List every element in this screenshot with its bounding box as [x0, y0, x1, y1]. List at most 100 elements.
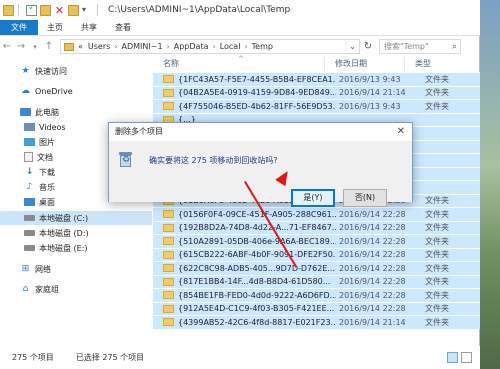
column-date[interactable]: 修改日期	[325, 57, 405, 71]
chevron-right-icon[interactable]: ›	[212, 42, 215, 51]
breadcrumb-admini[interactable]: ADMINI~1	[122, 42, 163, 51]
sidebar-item-homegroup[interactable]: ⌂ 家庭组	[0, 282, 152, 296]
view-switcher	[444, 352, 472, 363]
recent-locations-icon[interactable]: ▾	[28, 43, 42, 51]
file-date: 2016/9/13 9:43	[339, 101, 401, 111]
table-row[interactable]: {192B8D2A-74D8-4d22-A...71-EF8467... 2016…	[153, 220, 480, 234]
file-type: 文件夹	[425, 223, 449, 233]
up-icon[interactable]: ↑	[42, 41, 56, 52]
breadcrumb-overflow[interactable]: «	[78, 42, 83, 51]
delete-dialog: 删除多个项目 ✕ 确实要将这 275 项移动到回收站吗? 是(Y) 否(N)	[108, 122, 413, 207]
column-header: 名称 修改日期 类型 ^	[153, 55, 480, 71]
download-icon: ↓	[25, 167, 34, 177]
details-view-icon[interactable]	[447, 352, 458, 363]
folder-icon	[163, 250, 174, 259]
new-folder-icon[interactable]	[40, 4, 51, 16]
breadcrumb-users[interactable]: Users	[88, 42, 110, 51]
yes-button[interactable]: 是(Y)	[291, 189, 335, 207]
tab-home[interactable]: 主页	[38, 20, 72, 35]
file-name: {4F755046-B5ED-4b62-81FF-56E9D53...	[178, 101, 336, 111]
sidebar-item-label: 此电脑	[35, 107, 59, 117]
file-type: 文件夹	[425, 317, 449, 327]
divider	[97, 4, 98, 16]
folder-icon	[163, 277, 174, 286]
item-count: 275 个项目	[12, 353, 54, 362]
breadcrumb-appdata[interactable]: AppData	[174, 42, 209, 51]
sidebar-item-onedrive[interactable]: ☁ OneDrive	[0, 84, 152, 98]
customize-quick-access-icon[interactable]: ▾	[82, 5, 93, 16]
sidebar-item-quick-access[interactable]: ★ 快速访问	[0, 64, 152, 78]
no-button[interactable]: 否(N)	[343, 189, 387, 207]
sidebar-item-label: 音乐	[39, 182, 55, 192]
folder-icon	[163, 264, 174, 273]
sidebar-item-drive-e[interactable]: 本地磁盘 (E:)	[0, 241, 152, 255]
sidebar-item-network[interactable]: ⊞ 网络	[0, 262, 152, 276]
chevron-right-icon[interactable]: ›	[167, 42, 170, 51]
table-row[interactable]: {4F755046-B5ED-4b62-81FF-56E9D53... 2016/…	[153, 99, 480, 113]
refresh-icon[interactable]: ↻	[360, 41, 376, 52]
close-icon[interactable]: ✕	[397, 123, 405, 141]
table-row[interactable]: {4399AB52-42C6-4f8d-8817-E021F23... 2016/…	[153, 315, 480, 329]
delete-icon[interactable]: ✕	[54, 5, 65, 16]
file-name: {4399AB52-42C6-4f8d-8817-E021F23...	[178, 317, 336, 327]
folder-icon	[3, 4, 14, 16]
table-row[interactable]: {622C8C98-ADB5-405...9D7D-D762E... 2016/9…	[153, 261, 480, 275]
table-row[interactable]: {1FC43A57-F5E7-4455-B5B4-EF8CEA1... 2016/…	[153, 72, 480, 86]
sidebar-item-label: 桌面	[39, 197, 55, 207]
sidebar-item-label: 本地磁盘 (D:)	[39, 228, 89, 238]
properties-icon[interactable]	[26, 3, 37, 16]
file-date: 2016/9/14 22:28	[339, 209, 406, 219]
file-type: 文件夹	[425, 290, 449, 300]
sidebar-item-drive-c[interactable]: 本地磁盘 (C:)	[0, 211, 152, 225]
back-icon[interactable]: ←	[0, 41, 14, 52]
folder-icon	[163, 291, 174, 300]
dialog-title: 删除多个项目	[109, 123, 412, 141]
sidebar-item-drive-d[interactable]: 本地磁盘 (D:)	[0, 226, 152, 240]
sidebar-item-this-pc[interactable]: 此电脑	[0, 105, 152, 119]
file-date: 2016/9/13 9:43	[339, 74, 401, 84]
selection-count: 已选择 275 个项目	[75, 353, 145, 362]
table-row[interactable]: {615CB222-6ABF-4b0F-9091-DFE2F50... 2016/…	[153, 247, 480, 261]
table-row[interactable]: {854BE1FB-FED0-4d0d-9222-A6D6FD... 2016/9…	[153, 288, 480, 302]
folder-icon	[163, 75, 174, 84]
file-type: 文件夹	[425, 209, 449, 219]
drive-icon	[24, 230, 35, 236]
large-icons-view-icon[interactable]	[461, 352, 472, 363]
chevron-right-icon[interactable]: ›	[244, 42, 247, 51]
sort-up-icon: ^	[238, 55, 244, 63]
table-row[interactable]: {0156F0F4-09CE-451F-A905-288C961... 2016/…	[153, 207, 480, 221]
file-type: 文件夹	[425, 196, 449, 206]
tab-view[interactable]: 查看	[106, 20, 140, 35]
folder-icon	[163, 237, 174, 246]
table-row[interactable]: {510A2891-05DB-406e-9A6A-BEC189... 2016/9…	[153, 234, 480, 248]
dialog-body: 确实要将这 275 项移动到回收站吗? 是(Y) 否(N)	[109, 141, 412, 207]
window-title: C:\Users\ADMINI~1\AppData\Local\Temp	[108, 5, 291, 15]
file-date: 2016/9/14 22:28	[339, 263, 406, 273]
address-bar[interactable]: « Users › ADMINI~1 › AppData › Local › T…	[60, 39, 360, 54]
file-type: 文件夹	[425, 263, 449, 273]
sidebar-item-label: 下载	[39, 167, 55, 177]
table-row[interactable]: {912A5E4D-C1C9-4f03-B305-F421EE... 2016/9…	[153, 301, 480, 315]
file-date: 2016/9/14 22:28	[339, 277, 406, 287]
address-row: ← → ▾ ↑ « Users › ADMINI~1 › AppData › L…	[0, 37, 480, 56]
table-row[interactable]: {817E1BB4-14F...4d8-B8D4-61D580... 2016/9…	[153, 274, 480, 288]
column-type[interactable]: 类型	[405, 57, 480, 71]
picture-icon	[24, 138, 35, 146]
cloud-icon: ☁	[21, 86, 30, 96]
file-type: 文件夹	[425, 236, 449, 246]
file-type: 文件夹	[425, 74, 449, 84]
sidebar-item-label: Videos	[39, 122, 66, 132]
tab-file[interactable]: 文件	[0, 20, 38, 35]
table-row[interactable]: {04B2A5E4-0919-4159-9D84-9ED849... 2016/9…	[153, 85, 480, 99]
breadcrumb-temp[interactable]: Temp	[252, 42, 273, 51]
folder-icon	[64, 42, 74, 51]
rename-icon[interactable]	[68, 4, 79, 16]
search-input[interactable]: 搜索"Temp" ⌕	[379, 39, 461, 54]
chevron-right-icon[interactable]: ›	[114, 42, 117, 51]
folder-icon	[163, 318, 174, 327]
chevron-down-icon[interactable]: ⌄	[345, 42, 359, 51]
tab-share[interactable]: 共享	[72, 20, 106, 35]
breadcrumb-local[interactable]: Local	[220, 42, 241, 51]
search-placeholder: 搜索"Temp"	[384, 42, 429, 51]
forward-icon[interactable]: →	[14, 41, 28, 52]
